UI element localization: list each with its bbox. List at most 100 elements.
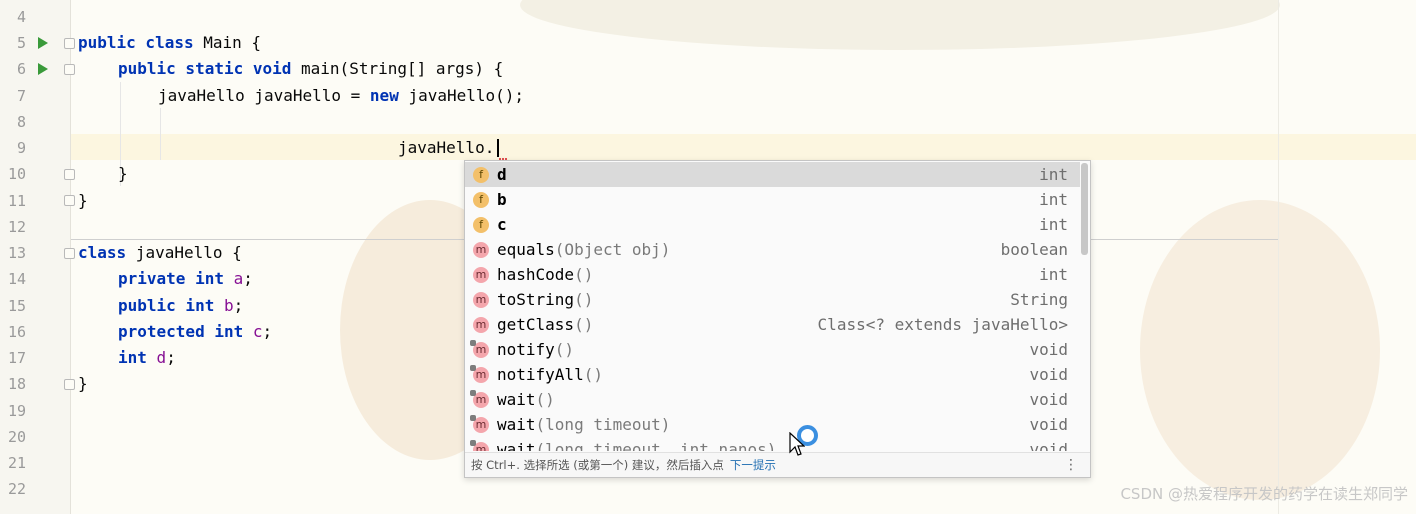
code-line-18[interactable]: } bbox=[78, 371, 88, 397]
method-name: equals bbox=[497, 240, 555, 259]
code-text: javaHello javaHello = bbox=[158, 86, 370, 105]
code-text: main(String[] args) { bbox=[291, 59, 504, 78]
line-number: 17 bbox=[7, 349, 26, 367]
completion-item[interactable]: m notifyAll() void bbox=[465, 362, 1080, 387]
field-name: d bbox=[156, 348, 167, 367]
completion-item-type: void bbox=[1029, 390, 1068, 409]
completion-item[interactable]: m hashCode() int bbox=[465, 262, 1080, 287]
completion-popup[interactable]: f d int f b int f c int m equals(Object obj) boo… bbox=[464, 160, 1091, 478]
final-method-icon: m bbox=[470, 340, 489, 358]
line-number: 19 bbox=[7, 402, 26, 420]
footer-hint-text: 按 Ctrl+. 选择所选 (或第一个) 建议，然后插入点 bbox=[471, 458, 724, 472]
completion-item-name: c bbox=[497, 215, 507, 234]
fold-toggle-icon[interactable] bbox=[64, 379, 75, 390]
completion-item-type: void bbox=[1029, 440, 1068, 451]
line-number: 13 bbox=[7, 244, 26, 262]
completion-item-type: int bbox=[1039, 265, 1068, 284]
keyword: new bbox=[369, 86, 399, 105]
completion-item-type: boolean bbox=[1000, 240, 1068, 259]
completion-item[interactable]: f c int bbox=[465, 212, 1080, 237]
completion-item-name: d bbox=[497, 165, 507, 184]
final-method-icon: m bbox=[470, 440, 489, 451]
method-params: () bbox=[574, 315, 594, 334]
completion-item[interactable]: m wait(long timeout, int nanos) void bbox=[465, 437, 1080, 451]
code-text: javaHello(); bbox=[398, 86, 525, 105]
code-line-13[interactable]: class javaHello { bbox=[78, 240, 242, 266]
completion-item-name: wait(long timeout, int nanos) bbox=[497, 437, 776, 451]
code-text: ; bbox=[233, 296, 244, 315]
completion-item-type: void bbox=[1029, 415, 1068, 434]
line-number: 5 bbox=[16, 34, 26, 52]
keyword: protected int bbox=[118, 322, 244, 341]
completion-item-name: equals(Object obj) bbox=[497, 237, 670, 262]
code-line-17[interactable]: int d; bbox=[118, 345, 176, 371]
completion-item-name: toString() bbox=[497, 287, 593, 312]
code-text: } bbox=[78, 374, 88, 393]
line-number: 11 bbox=[7, 192, 26, 210]
line-number: 8 bbox=[16, 113, 26, 131]
code-text: } bbox=[78, 191, 88, 210]
completion-item-name: b bbox=[497, 190, 507, 209]
completion-item[interactable]: m toString() String bbox=[465, 287, 1080, 312]
fold-toggle-icon[interactable] bbox=[64, 248, 75, 259]
code-line-7[interactable]: javaHello javaHello = new javaHello(); bbox=[158, 83, 524, 109]
run-class-icon[interactable] bbox=[38, 37, 48, 49]
method-name: wait bbox=[497, 440, 536, 451]
code-line-9[interactable]: javaHello. bbox=[398, 135, 494, 161]
code-line-6[interactable]: public static void main(String[] args) { bbox=[118, 56, 503, 82]
completion-footer: 按 Ctrl+. 选择所选 (或第一个) 建议，然后插入点 下一提示 ⋮ bbox=[465, 452, 1090, 477]
wallpaper-blob bbox=[1140, 200, 1380, 500]
completion-item-name: notifyAll() bbox=[497, 362, 603, 387]
code-line-14[interactable]: private int a; bbox=[118, 266, 253, 292]
completion-item-type: void bbox=[1029, 340, 1068, 359]
line-number: 14 bbox=[7, 270, 26, 288]
line-number: 18 bbox=[7, 375, 26, 393]
code-line-16[interactable]: protected int c; bbox=[118, 319, 272, 345]
completion-item-type: int bbox=[1039, 165, 1068, 184]
line-number: 22 bbox=[7, 480, 26, 498]
completion-item-type: int bbox=[1039, 215, 1068, 234]
field-icon: f bbox=[473, 192, 489, 208]
method-params: () bbox=[583, 365, 603, 384]
wallpaper-blob bbox=[520, 0, 1280, 50]
fold-toggle-icon[interactable] bbox=[64, 38, 75, 49]
code-line-11[interactable]: } bbox=[78, 188, 88, 214]
completion-item[interactable]: m wait() void bbox=[465, 387, 1080, 412]
completion-item[interactable]: m getClass() Class<? extends javaHello> bbox=[465, 312, 1080, 337]
fold-toggle-icon[interactable] bbox=[64, 169, 75, 180]
completion-item[interactable]: m notify() void bbox=[465, 337, 1080, 362]
code-text: } bbox=[118, 164, 128, 183]
next-tip-link[interactable]: 下一提示 bbox=[730, 458, 776, 472]
completion-item-type: Class<? extends javaHello> bbox=[817, 315, 1068, 334]
code-text: Main { bbox=[193, 33, 262, 52]
completion-item[interactable]: m equals(Object obj) boolean bbox=[465, 237, 1080, 262]
fold-toggle-icon[interactable] bbox=[64, 64, 75, 75]
fold-toggle-icon[interactable] bbox=[64, 195, 75, 206]
completion-item-name: wait(long timeout) bbox=[497, 412, 670, 437]
method-icon: m bbox=[473, 317, 489, 333]
code-text: javaHello { bbox=[126, 243, 242, 262]
method-icon: m bbox=[473, 242, 489, 258]
field-name: b bbox=[223, 296, 234, 315]
completion-list[interactable]: f d int f b int f c int m equals(Object obj) boo… bbox=[465, 162, 1080, 451]
line-number: 9 bbox=[16, 139, 26, 157]
code-line-10[interactable]: } bbox=[118, 161, 128, 187]
more-options-icon[interactable]: ⋮ bbox=[1064, 453, 1078, 477]
method-name: hashCode bbox=[497, 265, 575, 284]
completion-scrollbar[interactable] bbox=[1081, 163, 1088, 255]
field-icon: f bbox=[473, 167, 489, 183]
completion-item[interactable]: m wait(long timeout) void bbox=[465, 412, 1080, 437]
completion-item[interactable]: f d int bbox=[465, 162, 1080, 187]
mouse-pointer-icon bbox=[789, 432, 805, 456]
code-line-15[interactable]: public int b; bbox=[118, 293, 243, 319]
line-number: 16 bbox=[7, 323, 26, 341]
method-params: () bbox=[554, 340, 575, 359]
keyword: public static void bbox=[118, 59, 292, 78]
code-line-5[interactable]: public class Main { bbox=[78, 30, 261, 56]
line-number: 12 bbox=[7, 218, 26, 236]
line-number: 7 bbox=[16, 87, 26, 105]
method-params: () bbox=[535, 390, 555, 409]
completion-item[interactable]: f b int bbox=[465, 187, 1080, 212]
method-params: () bbox=[574, 265, 594, 284]
run-main-icon[interactable] bbox=[38, 63, 48, 75]
